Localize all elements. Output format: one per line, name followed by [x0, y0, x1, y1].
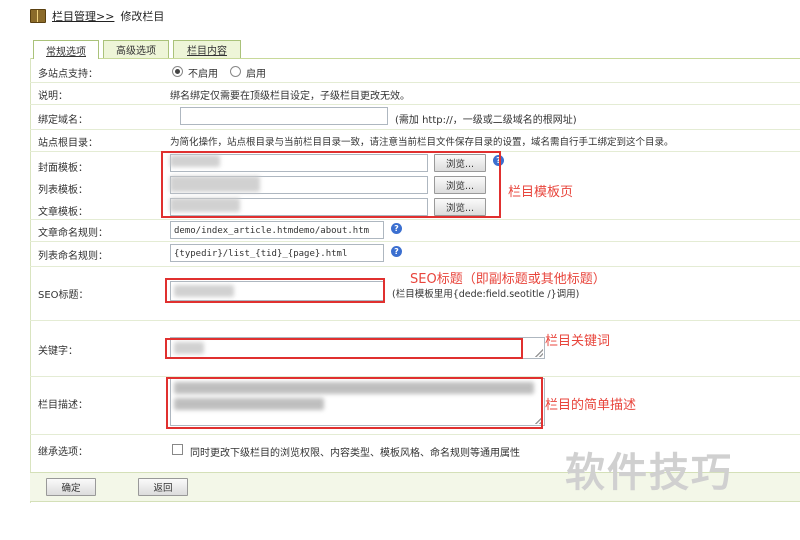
article-naming-input[interactable]: demo/index_article.htmdemo/about.htm [170, 221, 384, 239]
tab-content-label: 栏目内容 [187, 46, 227, 57]
breadcrumb-section-link[interactable]: 栏目管理>> [52, 8, 114, 24]
annotation-seo: SEO标题（即副标题或其他标题） [410, 272, 606, 287]
list-naming-input[interactable]: {typedir}/list_{tid}_{page}.html [170, 244, 384, 262]
breadcrumb-current: 修改栏目 [120, 10, 165, 23]
row-list-naming: 列表命名规则： {typedir}/list_{tid}_{page}.html… [30, 241, 800, 267]
description-label: 栏目描述： [38, 400, 88, 411]
siteroot-label: 站点根目录： [38, 138, 98, 149]
list-naming-label: 列表命名规则： [38, 251, 108, 262]
annotation-box-templates [161, 151, 501, 218]
row-domain: 绑定域名： (需加 http://，一级或二级域名的根网址) [30, 104, 800, 130]
domain-label: 绑定域名： [38, 115, 88, 126]
radio-enable-label: 启用 [246, 69, 266, 80]
watermark: 软件技巧 [565, 450, 733, 496]
annotation-templates: 栏目模板页 [508, 185, 574, 200]
annotation-keywords: 栏目关键词 [545, 334, 611, 349]
tab-content[interactable]: 栏目内容 [173, 40, 241, 58]
resize-grip-icon[interactable] [535, 349, 543, 357]
row-multisite: 多站点支持： 不启用 启用 [30, 60, 800, 83]
explain-text: 绑名绑定仅需要在顶级栏目设定，子级栏目更改无效。 [170, 91, 410, 102]
radio-disable[interactable] [172, 66, 183, 77]
annotation-description: 栏目的简单描述 [545, 398, 637, 413]
domain-hint: (需加 http://，一级或二级域名的根网址) [395, 115, 577, 126]
breadcrumb: 栏目管理>> 修改栏目 [30, 7, 164, 25]
annotation-box-description [166, 377, 543, 429]
confirm-button[interactable]: 确定 [46, 478, 96, 496]
list-template-label: 列表模板： [38, 185, 88, 196]
inherit-checkbox[interactable] [172, 444, 183, 455]
multisite-label: 多站点支持： [38, 69, 98, 80]
help-icon[interactable]: ? [391, 223, 402, 234]
radio-enable[interactable] [230, 66, 241, 77]
row-explain: 说明： 绑名绑定仅需要在顶级栏目设定，子级栏目更改无效。 [30, 82, 800, 105]
inherit-label: 继承选项： [38, 447, 88, 458]
tab-advanced-label: 高级选项 [116, 46, 156, 57]
back-button[interactable]: 返回 [138, 478, 188, 496]
tab-bar: 常规选项 高级选项 栏目内容 [30, 38, 800, 59]
cover-template-label: 封面模板： [38, 163, 88, 174]
seo-title-hint: (栏目模板里用{dede:field.seotitle /}调用) [392, 289, 580, 300]
domain-input[interactable] [180, 107, 388, 125]
help-icon[interactable]: ? [391, 246, 402, 257]
row-siteroot: 站点根目录： 为简化操作，站点根目录与当前栏目目录一致，请注意当前栏目文件保存目… [30, 129, 800, 152]
article-naming-label: 文章命名规则： [38, 228, 108, 239]
annotation-box-seo [165, 278, 385, 303]
explain-label: 说明： [38, 91, 68, 102]
inherit-text: 同时更改下级栏目的浏览权限、内容类型、模板风格、命名规则等通用属性 [190, 448, 520, 459]
radio-disable-label: 不启用 [188, 69, 218, 80]
article-template-label: 文章模板： [38, 207, 88, 218]
tab-general-label: 常规选项 [46, 46, 86, 58]
tab-general[interactable]: 常规选项 [33, 40, 99, 59]
seo-title-label: SEO标题： [38, 290, 89, 301]
row-article-naming: 文章命名规则： demo/index_article.htmdemo/about… [30, 219, 800, 242]
book-icon [30, 9, 46, 23]
annotation-box-keywords [165, 338, 523, 359]
keywords-label: 关键字： [38, 346, 78, 357]
siteroot-text: 为简化操作，站点根目录与当前栏目目录一致，请注意当前栏目文件保存目录的设置，域名… [170, 137, 674, 148]
tab-advanced[interactable]: 高级选项 [103, 40, 169, 58]
